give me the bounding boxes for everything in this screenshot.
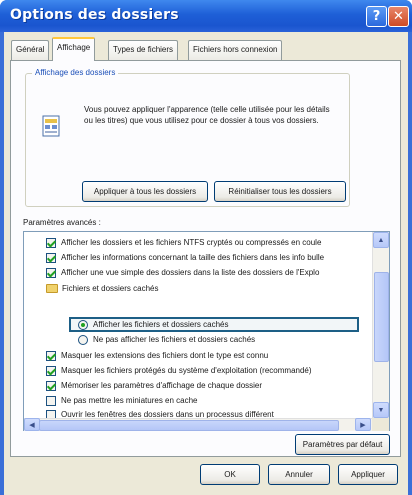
- reset-all-folders-button[interactable]: Réinitialiser tous les dossiers: [214, 181, 346, 202]
- list-item[interactable]: Afficher une vue simple des dossiers dan…: [46, 266, 319, 279]
- window-title: Options des dossiers: [10, 7, 179, 23]
- list-item-label: Mémoriser les paramètres d'affichage de …: [61, 381, 263, 390]
- checkbox-unchecked[interactable]: [46, 395, 56, 406]
- radio-unselected[interactable]: [78, 334, 88, 345]
- checkbox-checked[interactable]: [46, 380, 56, 391]
- list-item[interactable]: Afficher les informations concernant la …: [46, 251, 324, 264]
- tab-panel-affichage: Affichage des dossiers Vous pouvez appli…: [10, 60, 401, 457]
- list-item[interactable]: Afficher les dossiers et les fichiers NT…: [46, 236, 321, 249]
- close-button[interactable]: ✕: [388, 6, 409, 27]
- radio-hide-hidden[interactable]: Ne pas afficher les fichiers et dossiers…: [78, 333, 255, 346]
- tab-affichage[interactable]: Affichage: [52, 37, 96, 61]
- checkbox-checked[interactable]: [46, 267, 56, 278]
- folder-options-window: Options des dossiers ? ✕ Général Afficha…: [0, 0, 412, 495]
- tab-types-de-fichiers[interactable]: Types de fichiers: [108, 40, 179, 60]
- list-item[interactable]: Ouvrir les fenêtres des dossiers dans un…: [46, 408, 274, 418]
- list-item[interactable]: Masquer les fichiers protégés du système…: [46, 364, 312, 377]
- vertical-scroll-thumb[interactable]: [374, 272, 389, 362]
- list-item-label: Afficher les fichiers et dossiers cachés: [93, 320, 229, 329]
- checkbox-checked[interactable]: [46, 365, 56, 376]
- list-item-label: Masquer les extensions des fichiers dont…: [61, 351, 269, 360]
- list-item-label: Afficher les dossiers et les fichiers NT…: [61, 238, 322, 247]
- list-item[interactable]: Masquer les extensions des fichiers dont…: [46, 349, 268, 362]
- radio-selected[interactable]: [78, 319, 88, 330]
- title-bar[interactable]: Options des dossiers ? ✕: [0, 0, 412, 32]
- horizontal-scroll-thumb[interactable]: [39, 420, 339, 431]
- folder-views-group: Affichage des dossiers Vous pouvez appli…: [25, 68, 350, 207]
- list-item-label: Ne pas afficher les fichiers et dossiers…: [93, 335, 256, 344]
- tab-fichiers-hors-connexion[interactable]: Fichiers hors connexion: [188, 40, 283, 60]
- scrollbar-corner: [372, 418, 389, 431]
- apply-button[interactable]: Appliquer: [338, 464, 398, 485]
- tab-general[interactable]: Général: [11, 40, 50, 60]
- checkbox-unchecked[interactable]: [46, 409, 56, 418]
- list-item-label: Ouvrir les fenêtres des dossiers dans un…: [61, 410, 274, 418]
- list-item-label: Afficher les informations concernant la …: [61, 253, 325, 262]
- list-item-label: Masquer les fichiers protégés du système…: [61, 366, 312, 375]
- ok-button[interactable]: OK: [200, 464, 260, 485]
- list-item-folder: Fichiers et dossiers cachés: [46, 282, 158, 295]
- scroll-down-icon[interactable]: ▼: [373, 402, 389, 418]
- scroll-left-icon[interactable]: ◀: [24, 418, 40, 431]
- restore-defaults-button[interactable]: Paramètres par défaut: [295, 434, 390, 455]
- checkbox-checked[interactable]: [46, 350, 56, 361]
- list-item-label: Ne pas mettre les miniatures en cache: [61, 396, 198, 405]
- advanced-settings-list[interactable]: Afficher les dossiers et les fichiers NT…: [23, 231, 390, 431]
- cancel-button[interactable]: Annuler: [268, 464, 330, 485]
- scroll-right-icon[interactable]: ▶: [355, 418, 371, 431]
- folder-icon: [46, 284, 58, 293]
- help-button[interactable]: ?: [366, 6, 387, 27]
- list-item-label: Afficher une vue simple des dossiers dan…: [61, 268, 320, 277]
- list-item-label: Fichiers et dossiers cachés: [62, 284, 159, 293]
- checkbox-checked[interactable]: [46, 252, 56, 263]
- list-item[interactable]: Ne pas mettre les miniatures en cache: [46, 394, 198, 407]
- radio-show-hidden[interactable]: Afficher les fichiers et dossiers cachés: [78, 318, 228, 331]
- advanced-settings-items: Afficher les dossiers et les fichiers NT…: [24, 232, 372, 418]
- dialog-client-area: Général Affichage Types de fichiers Fich…: [4, 32, 408, 495]
- checkbox-checked[interactable]: [46, 237, 56, 248]
- horizontal-scrollbar[interactable]: ◀ ▶: [24, 418, 372, 431]
- vertical-scrollbar[interactable]: ▲ ▼: [372, 232, 389, 418]
- folder-views-legend: Affichage des dossiers: [32, 68, 119, 77]
- list-item[interactable]: Mémoriser les paramètres d'affichage de …: [46, 379, 262, 392]
- advanced-settings-label: Paramètres avancés :: [23, 218, 101, 227]
- apply-to-all-folders-button[interactable]: Appliquer à tous les dossiers: [82, 181, 208, 202]
- folder-views-icon: [42, 115, 60, 137]
- scroll-up-icon[interactable]: ▲: [373, 232, 389, 248]
- folder-views-description: Vous pouvez appliquer l'apparence (telle…: [84, 105, 330, 125]
